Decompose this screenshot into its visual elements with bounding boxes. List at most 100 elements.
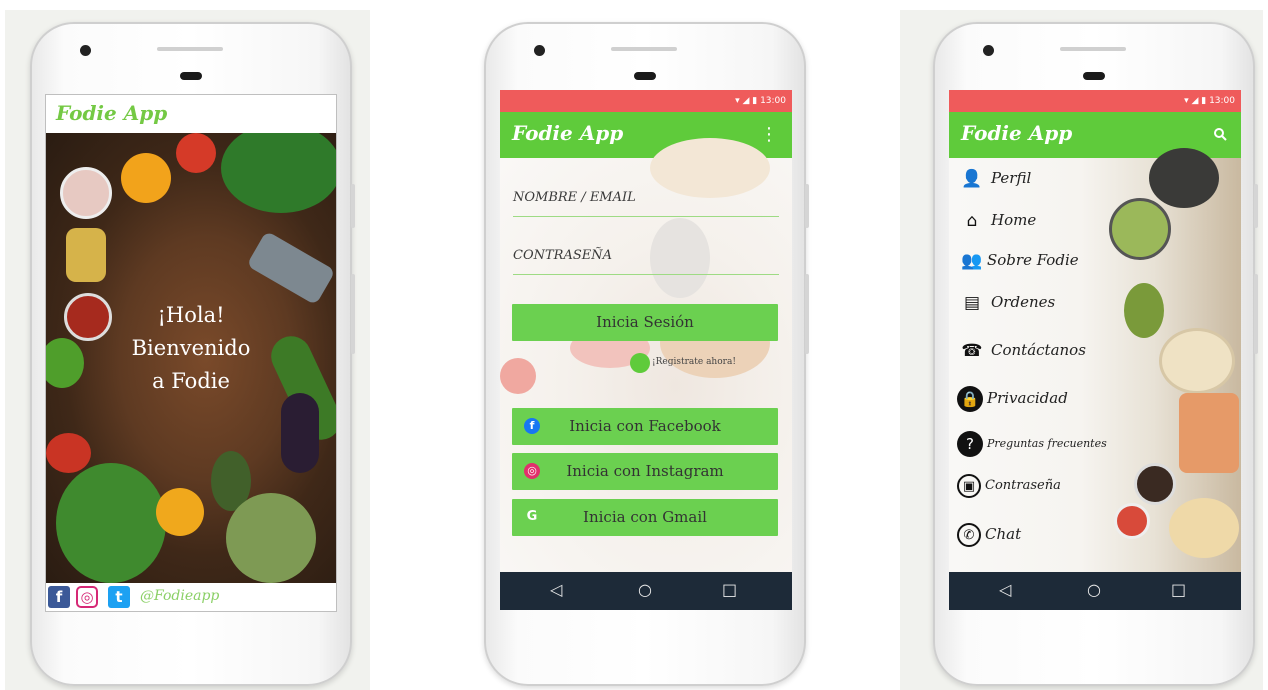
back-icon[interactable]: ◁ <box>550 580 562 599</box>
facebook-icon[interactable]: f <box>48 586 70 608</box>
menu-item-label: Chat <box>985 525 1022 543</box>
more-options-icon[interactable]: ⋮ <box>760 124 778 145</box>
status-time: 13:00 <box>760 96 786 106</box>
menu-item-label: Preguntas frecuentes <box>987 437 1107 450</box>
gmail-login-label: Inicia con Gmail <box>583 508 707 526</box>
proximity-sensor <box>1083 72 1105 80</box>
power-button <box>1254 184 1258 228</box>
social-footer: f ◎ t @Fodieapp <box>46 583 336 611</box>
menu-item-home[interactable]: ⌂ Home <box>957 206 1037 234</box>
lock-icon: 🔒 <box>957 386 983 412</box>
instagram-login-button[interactable]: ◎ Inicia con Instagram <box>512 453 778 490</box>
menu-screen: ▾ ◢ ▮ 13:00 Fodie App 👤 Perfil ⌂ Home 👥 Sob… <box>949 90 1241 610</box>
menu-item-contrasena[interactable]: ▣ Contraseña <box>957 472 1061 500</box>
menu-item-preguntas-frecuentes[interactable]: ? Preguntas frecuentes <box>957 430 1107 458</box>
twitter-icon[interactable]: t <box>108 586 130 608</box>
register-dot-icon <box>630 353 650 373</box>
tomato-image <box>176 133 216 173</box>
welcome-line-1: ¡Hola! <box>157 303 225 327</box>
welcome-line-2: Bienvenido <box>131 336 251 360</box>
gmail-login-button[interactable]: G Inicia con Gmail <box>512 499 778 536</box>
speaker-grille <box>611 47 677 51</box>
welcome-message: ¡Hola! Bienvenido a Fodie <box>46 299 336 398</box>
volume-button <box>1254 274 1258 354</box>
fruit-image <box>500 358 536 394</box>
proximity-sensor <box>634 72 656 80</box>
menu-item-label: Sobre Fodie <box>987 251 1079 269</box>
facebook-icon: f <box>524 418 540 434</box>
social-handle: @Fodieapp <box>140 588 220 604</box>
menu-item-sobre-fodie[interactable]: 👥 Sobre Fodie <box>957 246 1079 274</box>
password-lock-icon: ▣ <box>957 473 981 498</box>
dumplings-image <box>1169 498 1239 558</box>
speaker-grille <box>1060 47 1126 51</box>
splash-screen: Fodie App ¡Hola! Bienvenido a Fodie f ◎ … <box>45 94 337 612</box>
artichoke-image <box>226 493 316 583</box>
status-icons: ▾ ◢ ▮ <box>735 96 761 106</box>
recent-apps-icon[interactable]: □ <box>722 580 737 599</box>
android-nav-bar: ◁ ○ □ <box>500 572 792 610</box>
oil-bottle-image <box>66 228 106 282</box>
app-title: Fodie App <box>56 101 168 125</box>
status-icons: ▾ ◢ ▮ <box>1184 96 1210 106</box>
status-time: 13:00 <box>1209 96 1235 106</box>
vegetables-background-image: ¡Hola! Bienvenido a Fodie <box>46 133 336 583</box>
home-icon: ⌂ <box>966 211 978 231</box>
menu-item-ordenes[interactable]: ▤ Ordenes <box>957 288 1055 316</box>
volume-button <box>351 274 355 354</box>
menu-item-perfil[interactable]: 👤 Perfil <box>957 164 1031 192</box>
group-icon: 👥 <box>961 251 983 271</box>
username-field[interactable]: NOMBRE / EMAIL <box>513 180 779 217</box>
power-button <box>805 184 809 228</box>
menu-item-label: Contraseña <box>985 478 1061 493</box>
yellow-pepper-image <box>156 488 204 536</box>
teapot-image <box>1149 148 1219 208</box>
peas-bowl-image <box>1109 198 1171 260</box>
front-camera <box>534 45 545 56</box>
clipboard-icon: ▤ <box>963 293 981 313</box>
sauce-bowl-image <box>1134 463 1176 505</box>
home-icon[interactable]: ○ <box>638 580 652 599</box>
menu-item-label: Privacidad <box>987 389 1068 407</box>
pepper-image <box>121 153 171 203</box>
power-button <box>351 184 355 228</box>
facebook-login-button[interactable]: f Inicia con Facebook <box>512 408 778 445</box>
search-icon[interactable] <box>1213 126 1227 141</box>
phone-splash: Fodie App ¡Hola! Bienvenido a Fodie f ◎ … <box>30 22 355 686</box>
eggplant-image <box>281 393 319 473</box>
login-screen: ▾ ◢ ▮ 13:00 Fodie App ⋮ NOMBRE / EMAIL C… <box>500 90 792 610</box>
app-title: Fodie App <box>961 121 1073 145</box>
proximity-sensor <box>180 72 202 80</box>
app-title: Fodie App <box>512 121 624 145</box>
password-field[interactable]: CONTRASEÑA <box>513 238 779 275</box>
back-icon[interactable]: ◁ <box>999 580 1011 599</box>
front-camera <box>80 45 91 56</box>
menu-item-privacidad[interactable]: 🔒 Privacidad <box>957 384 1068 412</box>
status-bar: ▾ ◢ ▮ 13:00 <box>500 90 792 112</box>
question-icon: ? <box>957 431 983 457</box>
instagram-icon[interactable]: ◎ <box>76 586 98 608</box>
login-button[interactable]: Inicia Sesión <box>512 304 778 341</box>
menu-item-chat[interactable]: ✆ Chat <box>957 520 1021 548</box>
facebook-login-label: Inicia con Facebook <box>569 417 721 435</box>
avocado-image <box>1124 283 1164 338</box>
phone-icon: ☎ <box>961 341 983 361</box>
status-bar: ▾ ◢ ▮ 13:00 <box>949 90 1241 112</box>
welcome-line-3: a Fodie <box>152 369 230 393</box>
google-icon: G <box>526 509 538 524</box>
menu-item-contactanos[interactable]: ☎ Contáctanos <box>957 336 1086 364</box>
volume-button <box>805 274 809 354</box>
speaker-grille <box>157 47 223 51</box>
front-camera <box>983 45 994 56</box>
menu-item-label: Perfil <box>991 169 1032 187</box>
user-check-icon: 👤 <box>961 169 983 189</box>
register-link-text[interactable]: ¡Registrate ahora! <box>652 357 736 367</box>
recent-apps-icon[interactable]: □ <box>1171 580 1186 599</box>
rice-bowl-image <box>1159 328 1235 394</box>
phone-menu: ▾ ◢ ▮ 13:00 Fodie App 👤 Perfil ⌂ Home 👥 Sob… <box>933 22 1258 686</box>
salmon-image <box>1179 393 1239 473</box>
menu-item-label: Ordenes <box>991 293 1056 311</box>
home-icon[interactable]: ○ <box>1087 580 1101 599</box>
menu-item-label: Contáctanos <box>991 341 1086 359</box>
salt-bowl-image <box>60 167 112 219</box>
